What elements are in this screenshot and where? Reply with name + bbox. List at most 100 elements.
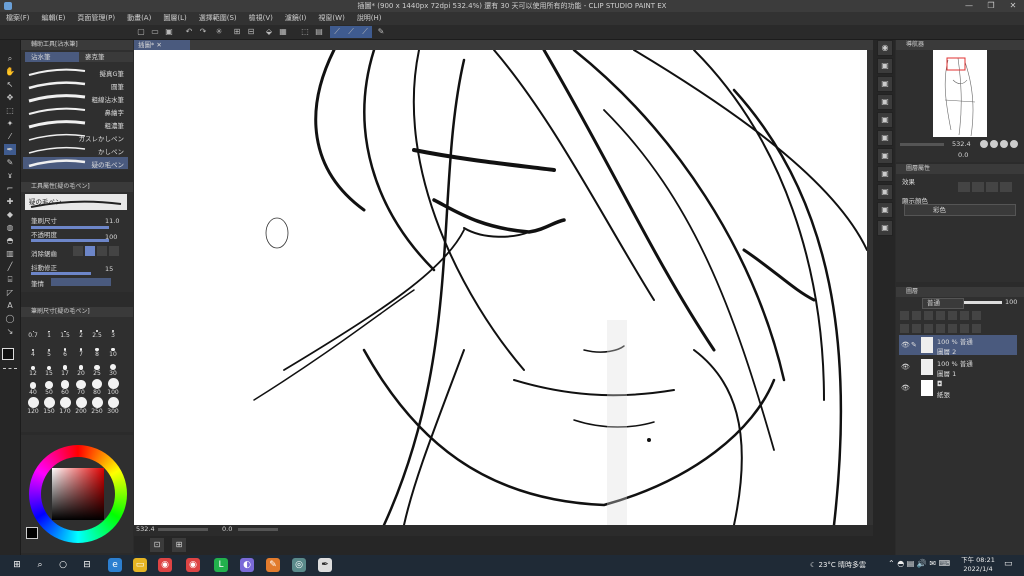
- snap-special-ruler-icon[interactable]: ⟋: [346, 27, 356, 37]
- menu-page[interactable]: 頁面管理(P): [71, 12, 121, 25]
- brush-item[interactable]: かしペン: [23, 144, 128, 156]
- stabilization-slider[interactable]: [31, 272, 91, 275]
- brush-size-cell[interactable]: 7: [73, 340, 89, 359]
- selection-tool-icon[interactable]: ⬚: [4, 105, 16, 116]
- app-icon[interactable]: ✎: [266, 558, 280, 572]
- edge-icon[interactable]: e: [108, 558, 122, 572]
- pressure-bar[interactable]: [51, 278, 111, 286]
- clip-studio-icon[interactable]: ✒: [318, 558, 332, 572]
- lock-icon[interactable]: [936, 311, 945, 320]
- tab-g-pen[interactable]: 沾水筆: [25, 52, 79, 62]
- snap-ruler-icon[interactable]: ⟋: [332, 27, 342, 37]
- clear-outside-icon[interactable]: ⊟: [246, 27, 256, 37]
- decoration-tool-icon[interactable]: ✚: [4, 196, 16, 207]
- brush-size-cell[interactable]: 0.7: [25, 321, 41, 340]
- merge-down-icon[interactable]: [948, 324, 957, 333]
- brush-size-cell[interactable]: 10: [105, 340, 121, 359]
- start-icon[interactable]: ⊞: [10, 558, 24, 572]
- layer-color-effect-icon[interactable]: [986, 182, 998, 192]
- brush-size-cell[interactable]: 200: [73, 397, 89, 416]
- brush-size-cell[interactable]: 2.5: [89, 321, 105, 340]
- move-layer-tool-icon[interactable]: ✥: [4, 92, 16, 103]
- new-vector-layer-icon[interactable]: [912, 324, 921, 333]
- brush-size-cell[interactable]: 150: [41, 397, 57, 416]
- zoom-out-icon[interactable]: [990, 140, 998, 148]
- task-view-icon[interactable]: ⊟: [80, 558, 94, 572]
- brush-size-cell[interactable]: 17: [57, 359, 73, 378]
- opacity-slider[interactable]: [31, 239, 109, 242]
- redo-icon[interactable]: ↷: [198, 27, 208, 37]
- brush-item[interactable]: 粗濃筆: [23, 118, 128, 130]
- menu-help[interactable]: 說明(H): [351, 12, 388, 25]
- rotate-slider[interactable]: [238, 528, 278, 531]
- brush-item[interactable]: 粗線沾水筆: [23, 92, 128, 104]
- pencil-tool-icon[interactable]: ✎: [4, 157, 16, 168]
- deselect-icon[interactable]: ▦: [278, 27, 288, 37]
- brush-size-cell[interactable]: 1.5: [57, 321, 73, 340]
- delete-layer-icon[interactable]: [972, 324, 981, 333]
- brush-item[interactable]: カスレかしペン: [23, 131, 128, 143]
- layer-search-dock-icon[interactable]: ▣: [877, 94, 893, 110]
- brush-size-cell[interactable]: 8: [89, 340, 105, 359]
- chrome-icon[interactable]: ◉: [186, 558, 200, 572]
- menu-window[interactable]: 視窗(W): [312, 12, 350, 25]
- tray-icons[interactable]: ⌃ ◓ ▤ 🔊 ✉ ⌨: [888, 559, 950, 568]
- brush-size-cell[interactable]: 1: [41, 321, 57, 340]
- brush-size-cell[interactable]: 12: [25, 359, 41, 378]
- zoom-tool-icon[interactable]: ⌕: [4, 53, 16, 64]
- visibility-eye-icon[interactable]: 👁: [901, 341, 910, 349]
- sub-view-dock-icon[interactable]: ▣: [877, 166, 893, 182]
- brush-size-cell[interactable]: 4: [25, 340, 41, 359]
- lock-transparency-icon[interactable]: [948, 311, 957, 320]
- tab-marker[interactable]: 麥克筆: [79, 52, 133, 62]
- app-icon[interactable]: ◎: [292, 558, 306, 572]
- app-icon[interactable]: ◐: [240, 558, 254, 572]
- file-explorer-icon[interactable]: ▭: [133, 558, 147, 572]
- brush-item[interactable]: 鼻繪字: [23, 105, 128, 117]
- ruler-toggle-icon[interactable]: [972, 311, 981, 320]
- actual-size-icon[interactable]: [1010, 140, 1018, 148]
- brush-size-cell[interactable]: 25: [89, 359, 105, 378]
- brush-size-cell[interactable]: 3: [105, 321, 121, 340]
- grid-toggle-icon[interactable]: ⊞: [172, 538, 186, 552]
- transfer-down-icon[interactable]: [936, 324, 945, 333]
- zoom-slider[interactable]: [158, 528, 208, 531]
- new-raster-layer-icon[interactable]: [900, 324, 909, 333]
- new-mask-icon[interactable]: [960, 324, 969, 333]
- mask-icon[interactable]: [960, 311, 969, 320]
- brush-size-cell[interactable]: 80: [89, 378, 105, 397]
- navigator-zoom-slider[interactable]: [900, 143, 944, 146]
- main-color-swatch[interactable]: [2, 348, 14, 360]
- transparent-color-icon[interactable]: [3, 368, 17, 372]
- menu-edit[interactable]: 編輯(E): [36, 12, 72, 25]
- brush-size-cell[interactable]: 50: [41, 378, 57, 397]
- operation-tool-icon[interactable]: ↖: [4, 79, 16, 90]
- gradient-tool-icon[interactable]: ▥: [4, 248, 16, 259]
- open-file-icon[interactable]: ▭: [150, 27, 160, 37]
- display-color-select[interactable]: 彩色: [904, 204, 1016, 216]
- grid-icon[interactable]: ▤: [314, 27, 324, 37]
- tone-effect-icon[interactable]: [972, 182, 984, 192]
- airbrush-tool-icon[interactable]: ⌐: [4, 183, 16, 194]
- cortana-icon[interactable]: ○: [56, 558, 70, 572]
- notification-icon[interactable]: ▭: [1004, 559, 1013, 569]
- intermediate-color-dock-icon[interactable]: ▣: [877, 202, 893, 218]
- eyedropper-tool-icon[interactable]: ⁄: [4, 131, 16, 142]
- new-folder-icon[interactable]: [924, 324, 933, 333]
- canvas-tab[interactable]: 插圖* ✕: [134, 40, 190, 50]
- fit-icon[interactable]: [1000, 140, 1008, 148]
- brush-size-cell[interactable]: 2: [73, 321, 89, 340]
- blend-mode-select[interactable]: 普通: [922, 298, 964, 309]
- frame-tool-icon[interactable]: ⌸: [4, 274, 16, 285]
- ruler-icon[interactable]: ✎: [376, 27, 386, 37]
- brush-size-cell[interactable]: 250: [89, 397, 105, 416]
- navigator-dock-icon[interactable]: ◉: [877, 40, 893, 56]
- border-effect-icon[interactable]: [958, 182, 970, 192]
- loading-icon[interactable]: ✳: [214, 27, 224, 37]
- weather[interactable]: ☾ 23°C 晴時多雲: [810, 560, 866, 570]
- antialias-strong-icon[interactable]: [109, 246, 119, 256]
- ruler-tool-icon[interactable]: ◸: [4, 287, 16, 298]
- antialias-options[interactable]: [73, 246, 123, 256]
- brush-size-cell[interactable]: 70: [73, 378, 89, 397]
- fill-icon[interactable]: ⬙: [264, 27, 274, 37]
